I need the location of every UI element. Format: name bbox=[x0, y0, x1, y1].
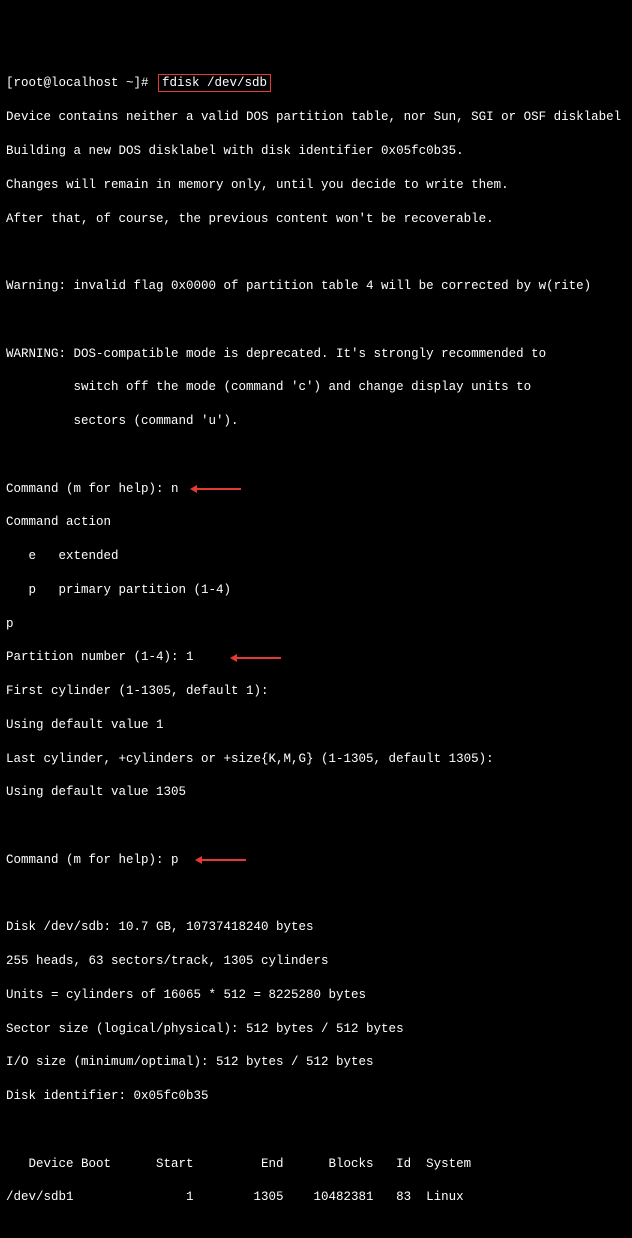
action-extended: e extended bbox=[6, 548, 626, 565]
command-prompt-label: Command (m for help): bbox=[6, 853, 171, 867]
user-input-1[interactable]: 1 bbox=[186, 650, 194, 664]
using-default-1: Using default value 1 bbox=[6, 717, 626, 734]
disk-info-sector: Sector size (logical/physical): 512 byte… bbox=[6, 1021, 626, 1038]
output-after: After that, of course, the previous cont… bbox=[6, 211, 626, 228]
first-cylinder-prompt: First cylinder (1-1305, default 1): bbox=[6, 683, 626, 700]
prompt-line-1: [root@localhost ~]# fdisk /dev/sdb bbox=[6, 74, 626, 93]
blank bbox=[6, 818, 626, 835]
disk-info-units: Units = cylinders of 16065 * 512 = 82252… bbox=[6, 987, 626, 1004]
command-prompt-n: Command (m for help): n bbox=[6, 481, 626, 498]
warning-invalid-flag: Warning: invalid flag 0x0000 of partitio… bbox=[6, 278, 626, 295]
shell-prompt: [root@localhost ~]# bbox=[6, 76, 156, 90]
partition-table-row: /dev/sdb1 1 1305 10482381 83 Linux bbox=[6, 1189, 626, 1206]
blank bbox=[6, 1122, 626, 1139]
arrow-annotation-icon bbox=[236, 657, 281, 659]
partition-number-prompt: Partition number (1-4): 1 bbox=[6, 649, 626, 666]
output-memory: Changes will remain in memory only, unti… bbox=[6, 177, 626, 194]
disk-identifier: Disk identifier: 0x05fc0b35 bbox=[6, 1088, 626, 1105]
partition-table-header: Device Boot Start End Blocks Id System bbox=[6, 1156, 626, 1173]
output-nodostable: Device contains neither a valid DOS part… bbox=[6, 109, 626, 126]
command-prompt-p: Command (m for help): p bbox=[6, 852, 626, 869]
using-default-1305: Using default value 1305 bbox=[6, 784, 626, 801]
user-input-p[interactable]: p bbox=[171, 853, 179, 867]
disk-info-io: I/O size (minimum/optimal): 512 bytes / … bbox=[6, 1054, 626, 1071]
last-cylinder-prompt: Last cylinder, +cylinders or +size{K,M,G… bbox=[6, 751, 626, 768]
arrow-annotation-icon bbox=[196, 488, 241, 490]
warning-dos-2: switch off the mode (command 'c') and ch… bbox=[6, 379, 626, 396]
blank bbox=[6, 244, 626, 261]
user-input-n[interactable]: n bbox=[171, 482, 179, 496]
command-prompt-label: Command (m for help): bbox=[6, 482, 171, 496]
arrow-annotation-icon bbox=[201, 859, 246, 861]
blank bbox=[6, 1223, 626, 1238]
blank bbox=[6, 886, 626, 903]
command-action-header: Command action bbox=[6, 514, 626, 531]
blank bbox=[6, 312, 626, 329]
fdisk-command-box: fdisk /dev/sdb bbox=[158, 74, 271, 93]
warning-dos-3: sectors (command 'u'). bbox=[6, 413, 626, 430]
warning-dos-1: WARNING: DOS-compatible mode is deprecat… bbox=[6, 346, 626, 363]
partition-number-label: Partition number (1-4): bbox=[6, 650, 186, 664]
disk-info-geometry: 255 heads, 63 sectors/track, 1305 cylind… bbox=[6, 953, 626, 970]
action-primary: p primary partition (1-4) bbox=[6, 582, 626, 599]
blank bbox=[6, 447, 626, 464]
disk-info-size: Disk /dev/sdb: 10.7 GB, 10737418240 byte… bbox=[6, 919, 626, 936]
user-input-p-choice[interactable]: p bbox=[6, 616, 626, 633]
output-building: Building a new DOS disklabel with disk i… bbox=[6, 143, 626, 160]
